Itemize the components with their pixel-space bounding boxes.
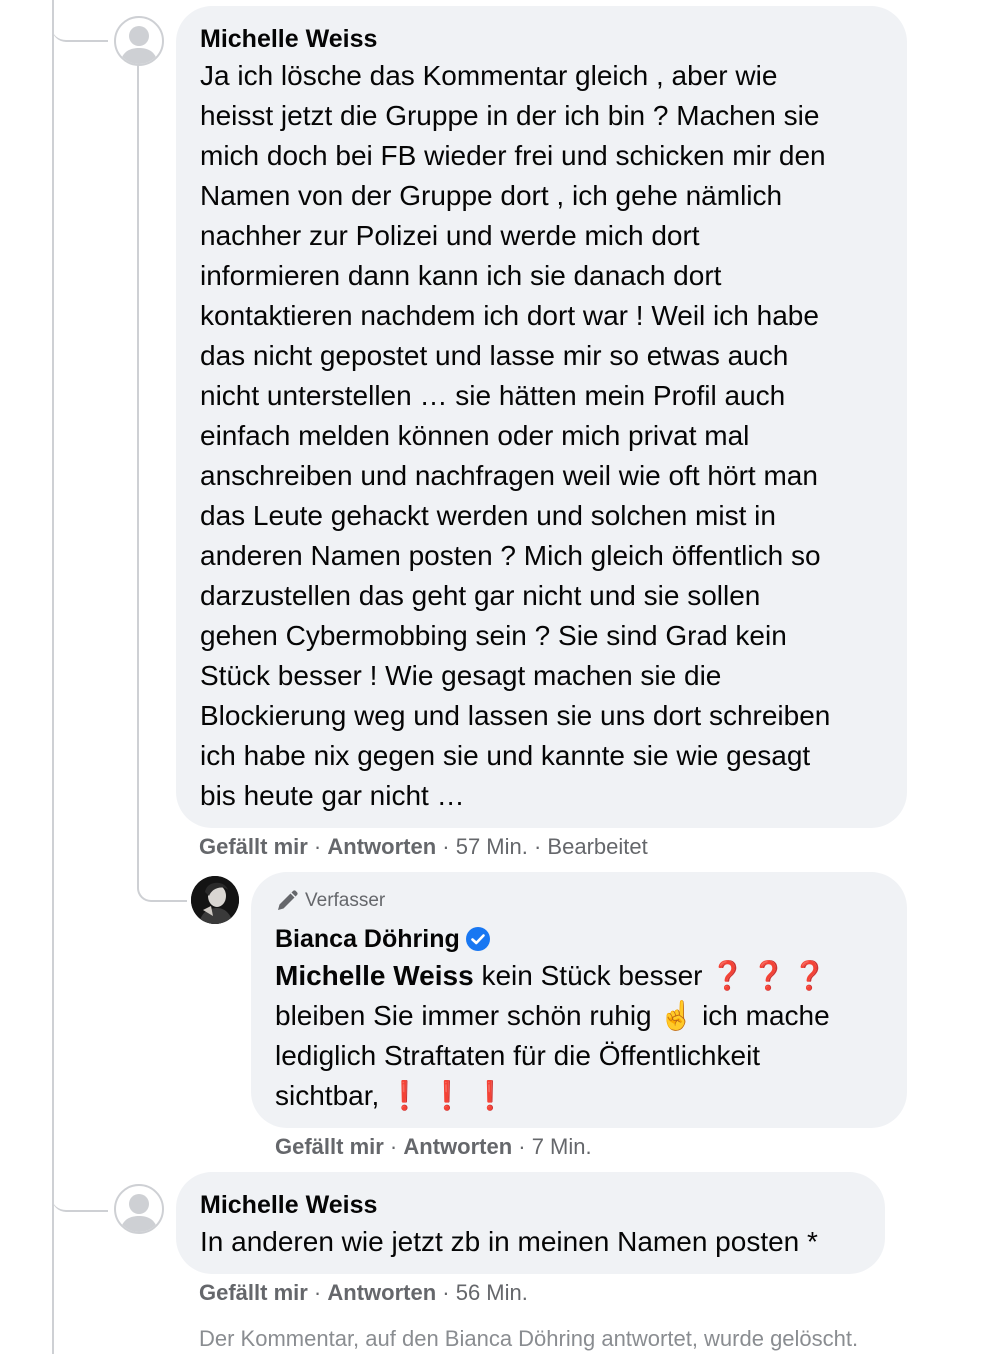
text-segment: lediglich Straftaten für die Öffentlichk… — [275, 1040, 761, 1071]
like-button[interactable]: Gefällt mir — [199, 834, 308, 859]
separator: · — [383, 1134, 404, 1159]
separator: · — [307, 834, 328, 859]
separator: · — [512, 1134, 532, 1159]
text-segment: bleiben Sie immer schön ruhig — [275, 1000, 660, 1031]
avatar[interactable] — [114, 1184, 164, 1234]
comment-text: Ja ich lösche das Kommentar gleich , abe… — [200, 60, 831, 811]
separator: · — [307, 1280, 328, 1305]
comment-actions: Gefällt mir · Antworten · 57 Min. · Bear… — [199, 832, 648, 862]
separator: · — [436, 834, 456, 859]
mention-link[interactable]: Michelle Weiss — [275, 960, 474, 991]
reply-button[interactable]: Antworten — [327, 1280, 436, 1305]
timestamp[interactable]: 56 Min. — [456, 1280, 528, 1305]
comment-author[interactable]: Michelle Weiss — [200, 1190, 861, 1220]
timestamp[interactable]: 57 Min. — [456, 834, 528, 859]
text-segment: ich mache — [694, 1000, 830, 1031]
badge-label: Verfasser — [305, 890, 386, 911]
thread-connector-3 — [52, 1170, 108, 1212]
like-button[interactable]: Gefällt mir — [199, 1280, 308, 1305]
pen-icon — [278, 890, 298, 910]
separator: · — [527, 834, 548, 859]
reply-bubble: Verfasser Bianca Döhring Michelle Weiss … — [251, 872, 907, 1128]
reply-button[interactable]: Antworten — [327, 834, 436, 859]
avatar[interactable] — [191, 876, 239, 924]
deleted-comment-notice: Der Kommentar, auf den Bianca Döhring an… — [199, 1326, 859, 1351]
avatar[interactable] — [114, 16, 164, 66]
separator: · — [436, 1280, 456, 1305]
edited-label[interactable]: Bearbeitet — [547, 834, 647, 859]
text-segment: sichtbar, — [275, 1080, 388, 1111]
like-button[interactable]: Gefällt mir — [275, 1134, 384, 1159]
comment-bubble: Michelle Weiss Ja ich lösche das Komment… — [176, 6, 907, 828]
verified-badge-icon — [465, 927, 490, 951]
author-badge: Verfasser — [275, 888, 883, 914]
reply-button[interactable]: Antworten — [403, 1134, 512, 1159]
default-avatar-icon — [120, 1194, 158, 1232]
text-segment: kein Stück besser — [473, 960, 711, 991]
comment-author[interactable]: Michelle Weiss — [200, 24, 883, 54]
comment-actions: Gefällt mir · Antworten · 56 Min. — [199, 1278, 528, 1308]
pointing-finger-emoji-icon: ☝ — [659, 1000, 695, 1031]
reply-connector — [137, 830, 187, 902]
exclamation-emoji-icon: ❗❗❗ — [387, 1080, 516, 1111]
comment-actions: Gefällt mir · Antworten · 7 Min. — [275, 1132, 592, 1162]
comment-text: Michelle Weiss kein Stück besser ❓❓❓ ble… — [275, 956, 883, 1116]
profile-photo-icon — [191, 876, 239, 924]
question-mark-emoji-icon: ❓❓❓ — [710, 960, 833, 991]
comment-bubble: Michelle Weiss In anderen wie jetzt zb i… — [176, 1172, 885, 1274]
thread-line-reply — [137, 64, 139, 834]
thread-connector-1 — [52, 0, 108, 42]
thread-line-main — [52, 0, 54, 1354]
comment-author[interactable]: Bianca Döhring — [275, 924, 460, 954]
default-avatar-icon — [120, 26, 158, 64]
comment-text: In anderen wie jetzt zb in meinen Namen … — [200, 1226, 818, 1257]
timestamp[interactable]: 7 Min. — [532, 1134, 592, 1159]
